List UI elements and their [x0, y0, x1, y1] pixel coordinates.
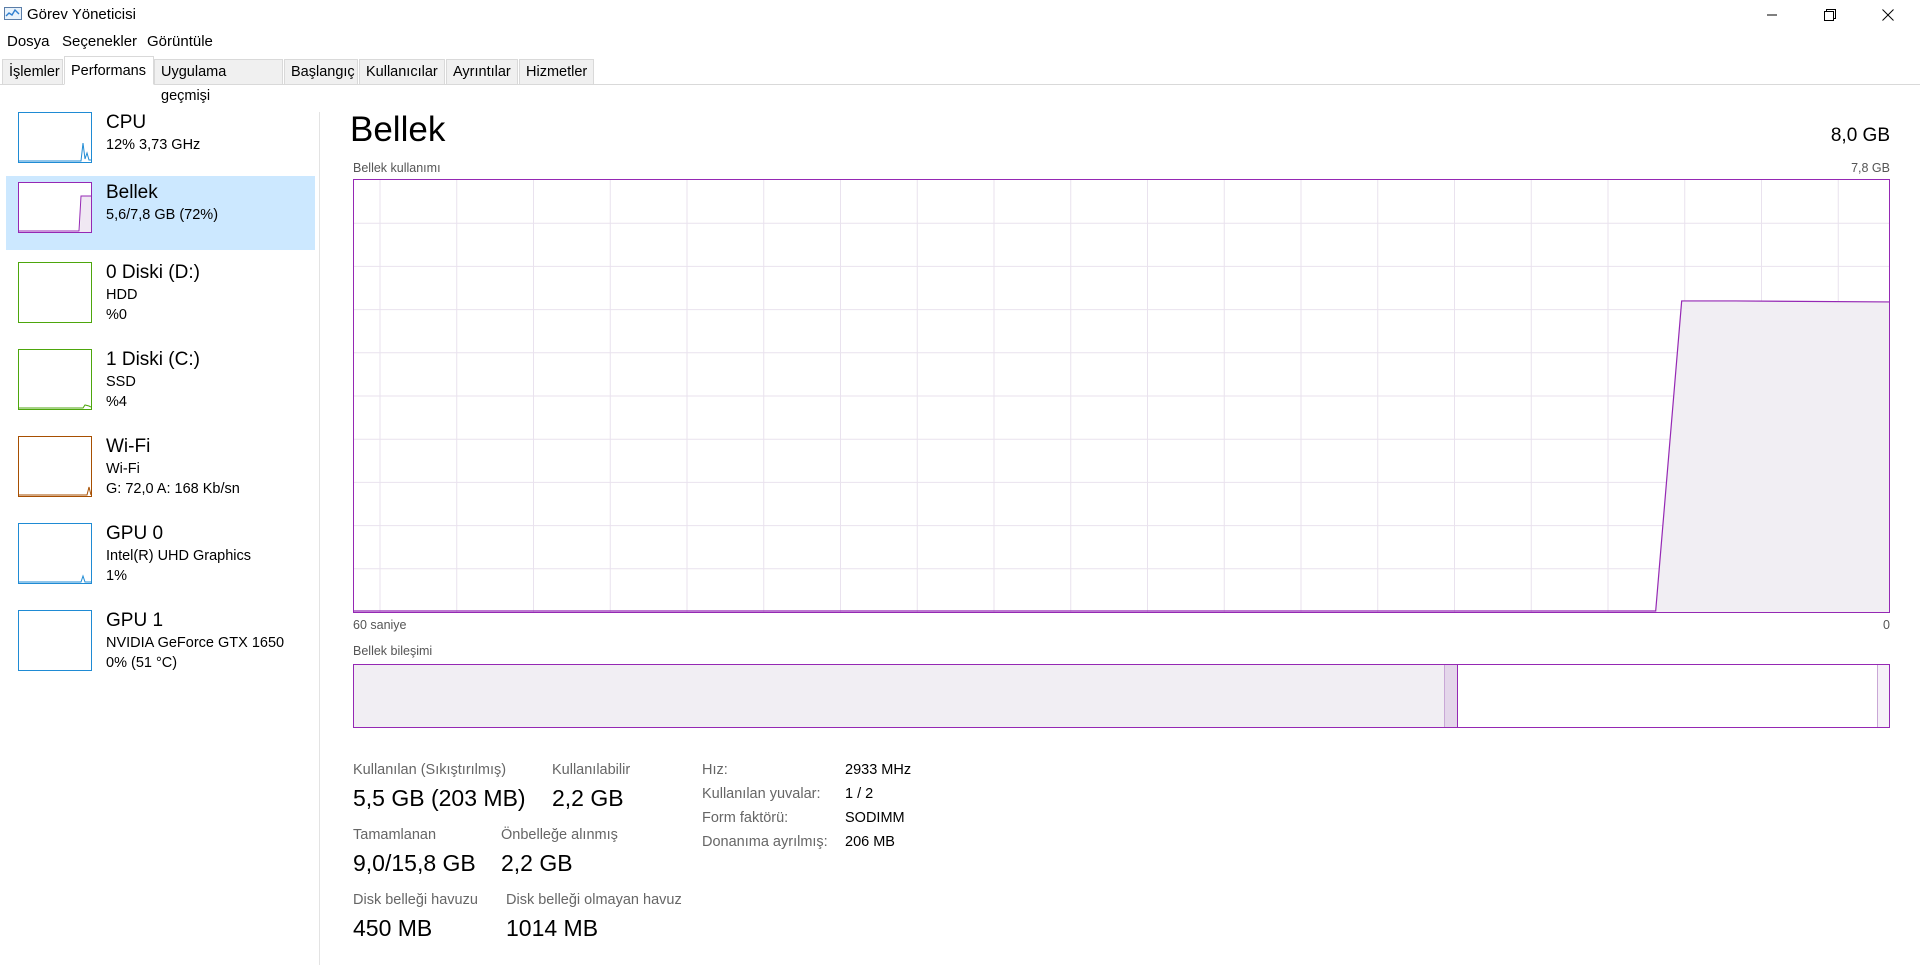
performance-sidebar: CPU 12% 3,73 GHz Bellek 5,6/7,8 GB (72%)…: [0, 105, 320, 976]
sidebar-item-detail: NVIDIA GeForce GTX 1650: [106, 635, 285, 651]
nonpaged-pool-label: Disk belleği olmayan havuz: [506, 892, 682, 908]
paged-pool-label: Disk belleği havuzu: [353, 892, 478, 908]
total-memory: 8,0 GB: [1830, 125, 1890, 146]
composition-in-use: [354, 665, 1444, 727]
menu-secenekler[interactable]: Seçenekler: [62, 33, 137, 50]
sidebar-item-name: GPU 1: [106, 610, 164, 631]
wifi-thumbnail-graph: [18, 436, 92, 497]
time-axis-start: 60 saniye: [353, 618, 407, 632]
sidebar-item-name: Wi-Fi: [106, 436, 151, 457]
form-factor-label: Form faktörü:: [702, 810, 789, 826]
sidebar-item-usage: 1%: [106, 568, 127, 584]
composition-free: [1877, 665, 1889, 727]
paged-pool-value: 450 MB: [353, 915, 433, 941]
form-factor-value: SODIMM: [845, 810, 905, 826]
cpu-thumbnail-graph: [18, 112, 92, 163]
hardware-reserved-value: 206 MB: [845, 834, 895, 850]
sidebar-item-detail: Intel(R) UHD Graphics: [106, 548, 252, 564]
sidebar-item-detail: 5,6/7,8 GB (72%): [106, 207, 219, 223]
gpu0-thumbnail-graph: [18, 523, 92, 584]
tab-islemler[interactable]: İşlemler: [2, 59, 63, 84]
sidebar-item-name: CPU: [106, 112, 147, 133]
minimize-button[interactable]: [1743, 0, 1801, 30]
tab-kullanicilar[interactable]: Kullanıcılar: [359, 59, 445, 84]
slots-value: 1 / 2: [845, 786, 874, 802]
sidebar-item-disk-0[interactable]: 0 Diski (D:) HDD %0: [6, 256, 315, 330]
sidebar-divider: [319, 112, 320, 965]
available-value: 2,2 GB: [552, 785, 624, 811]
sidebar-item-gpu-0[interactable]: GPU 0 Intel(R) UHD Graphics 1%: [6, 517, 315, 591]
tab-performans[interactable]: Performans: [64, 56, 154, 85]
close-button[interactable]: [1859, 0, 1917, 30]
usage-graph-max: 7,8 GB: [1851, 161, 1890, 175]
composition-modified: [1443, 665, 1459, 727]
close-icon: [1882, 9, 1894, 21]
sidebar-item-cpu[interactable]: CPU 12% 3,73 GHz: [6, 106, 315, 180]
memory-thumbnail-graph: [18, 182, 92, 233]
hardware-reserved-label: Donanıma ayrılmış:: [702, 834, 828, 850]
sidebar-item-disk-1[interactable]: 1 Diski (C:) SSD %4: [6, 343, 315, 417]
sidebar-item-usage: G: 72,0 A: 168 Kb/sn: [106, 481, 240, 497]
sidebar-item-detail: Wi-Fi: [106, 461, 140, 477]
speed-value: 2933 MHz: [845, 762, 912, 778]
used-label: Kullanılan (Sıkıştırılmış): [353, 762, 507, 778]
committed-value: 9,0/15,8 GB: [353, 850, 476, 876]
title-bar: Görev Yöneticisi: [0, 0, 1920, 30]
cached-label: Önbelleğe alınmış: [501, 827, 618, 843]
sidebar-item-gpu-1[interactable]: GPU 1 NVIDIA GeForce GTX 1650 0% (51 °C): [6, 604, 315, 678]
sidebar-item-usage: 0% (51 °C): [106, 655, 178, 671]
tab-uygulama-gecmisi[interactable]: Uygulama geçmişi: [154, 59, 283, 104]
disk0-thumbnail-graph: [18, 262, 92, 323]
composition-label: Bellek bileşimi: [353, 644, 433, 658]
usage-graph-label: Bellek kullanımı: [353, 161, 441, 175]
cached-value: 2,2 GB: [501, 850, 573, 876]
window-title: Görev Yöneticisi: [27, 6, 136, 23]
sidebar-item-detail: 12% 3,73 GHz: [106, 137, 201, 153]
sidebar-item-name: 0 Diski (D:): [106, 262, 200, 283]
memory-composition-bar: [353, 664, 1890, 728]
disk1-thumbnail-graph: [18, 349, 92, 410]
gpu1-thumbnail-graph: [18, 610, 92, 671]
time-axis-end: 0: [1883, 618, 1890, 632]
sidebar-item-detail: SSD: [106, 374, 136, 390]
sidebar-item-usage: %0: [106, 307, 127, 323]
menu-dosya[interactable]: Dosya: [7, 33, 50, 50]
memory-usage-area: [1655, 300, 1889, 612]
minimize-icon: [1767, 14, 1777, 16]
available-label: Kullanılabilir: [552, 762, 631, 778]
tab-bar: İşlemler Performans Uygulama geçmişi Baş…: [0, 56, 1920, 104]
restore-icon: [1824, 9, 1836, 21]
tab-baslangic[interactable]: Başlangıç: [284, 59, 358, 84]
menu-goruntule[interactable]: Görüntüle: [147, 33, 213, 50]
sidebar-item-bellek[interactable]: Bellek 5,6/7,8 GB (72%): [6, 176, 315, 250]
tab-ayrintilar[interactable]: Ayrıntılar: [446, 59, 518, 84]
sidebar-item-name: Bellek: [106, 182, 158, 203]
sidebar-item-wifi[interactable]: Wi-Fi Wi-Fi G: 72,0 A: 168 Kb/sn: [6, 430, 315, 504]
slots-label: Kullanılan yuvalar:: [702, 786, 821, 802]
page-title: Bellek: [350, 110, 446, 149]
speed-label: Hız:: [702, 762, 728, 778]
sidebar-item-detail: HDD: [106, 287, 138, 303]
tab-hizmetler[interactable]: Hizmetler: [519, 59, 594, 84]
committed-label: Tamamlanan: [353, 827, 437, 843]
restore-button[interactable]: [1801, 0, 1859, 30]
sidebar-item-name: 1 Diski (C:): [106, 349, 200, 370]
sidebar-item-name: GPU 0: [106, 523, 164, 544]
sidebar-item-usage: %4: [106, 394, 127, 410]
nonpaged-pool-value: 1014 MB: [506, 915, 599, 941]
task-manager-icon: [4, 7, 22, 20]
used-value: 5,5 GB (203 MB): [353, 785, 526, 811]
memory-usage-line: [354, 300, 1889, 612]
menu-bar: Dosya Seçenekler Görüntüle: [0, 30, 1920, 54]
memory-usage-graph: [353, 179, 1890, 613]
